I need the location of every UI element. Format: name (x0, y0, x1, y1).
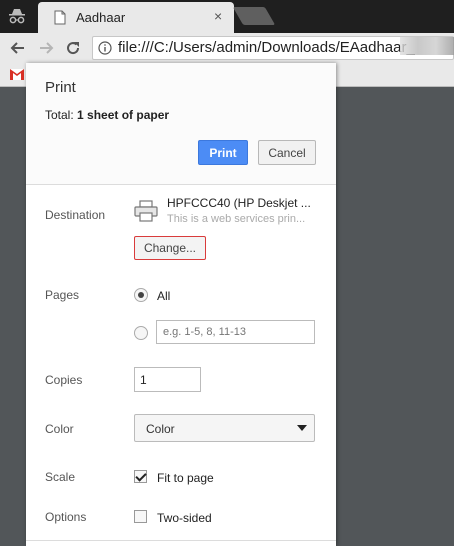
total-value: 1 sheet of paper (77, 108, 170, 122)
incognito-icon (9, 9, 25, 24)
blurred-url-segment (400, 37, 454, 55)
fit-to-page-label: Fit to page (157, 471, 214, 485)
color-label: Color (45, 422, 74, 436)
pages-all-label: All (157, 289, 171, 303)
change-destination-button[interactable]: Change... (134, 236, 206, 260)
info-icon[interactable] (98, 41, 112, 55)
divider (26, 540, 336, 541)
scale-label: Scale (45, 470, 76, 484)
two-sided-checkbox[interactable] (134, 510, 147, 523)
color-select-value: Color (146, 422, 175, 436)
page-title: Print (45, 79, 76, 96)
tab-strip: Aadhaar × (0, 0, 454, 33)
browser-toolbar: file:///C:/Users/admin/Downloads/EAadhaa… (0, 33, 454, 63)
close-tab-button[interactable]: × (214, 8, 222, 24)
pages-custom-radio[interactable] (134, 326, 148, 340)
print-button[interactable]: Print (198, 140, 248, 165)
tab-title: Aadhaar (76, 10, 126, 25)
copies-input[interactable] (134, 367, 201, 392)
total-label: Total: (45, 108, 78, 122)
two-sided-label: Two-sided (157, 511, 212, 525)
destination-label: Destination (45, 208, 106, 222)
reload-icon[interactable] (63, 38, 83, 58)
pages-label: Pages (45, 288, 80, 302)
cancel-button[interactable]: Cancel (258, 140, 316, 165)
browser-tab[interactable]: Aadhaar × (38, 2, 234, 33)
sheet-summary: Total: 1 sheet of paper (45, 108, 169, 122)
printer-name: HPFCCC40 (HP Deskjet ... (167, 196, 311, 210)
preview-area (336, 87, 454, 546)
back-icon[interactable] (8, 38, 28, 58)
gmail-icon[interactable] (10, 69, 24, 80)
pages-range-input[interactable] (156, 320, 315, 344)
page-icon (54, 10, 66, 25)
new-tab-button[interactable] (232, 7, 276, 25)
color-select[interactable]: Color (134, 414, 315, 442)
options-label: Options (45, 510, 87, 524)
print-header: Print Total: 1 sheet of paper Print Canc… (26, 63, 336, 185)
printer-icon (134, 200, 158, 222)
url-text: file:///C:/Users/admin/Downloads/EAadhaa… (118, 39, 415, 56)
pages-all-radio[interactable] (134, 288, 148, 302)
chevron-down-icon (297, 425, 307, 431)
fit-to-page-checkbox[interactable] (134, 470, 147, 483)
forward-icon[interactable] (36, 38, 56, 58)
printer-description: This is a web services prin... (167, 213, 306, 225)
copies-label: Copies (45, 373, 83, 387)
print-dialog: Print Total: 1 sheet of paper Print Canc… (26, 63, 336, 546)
